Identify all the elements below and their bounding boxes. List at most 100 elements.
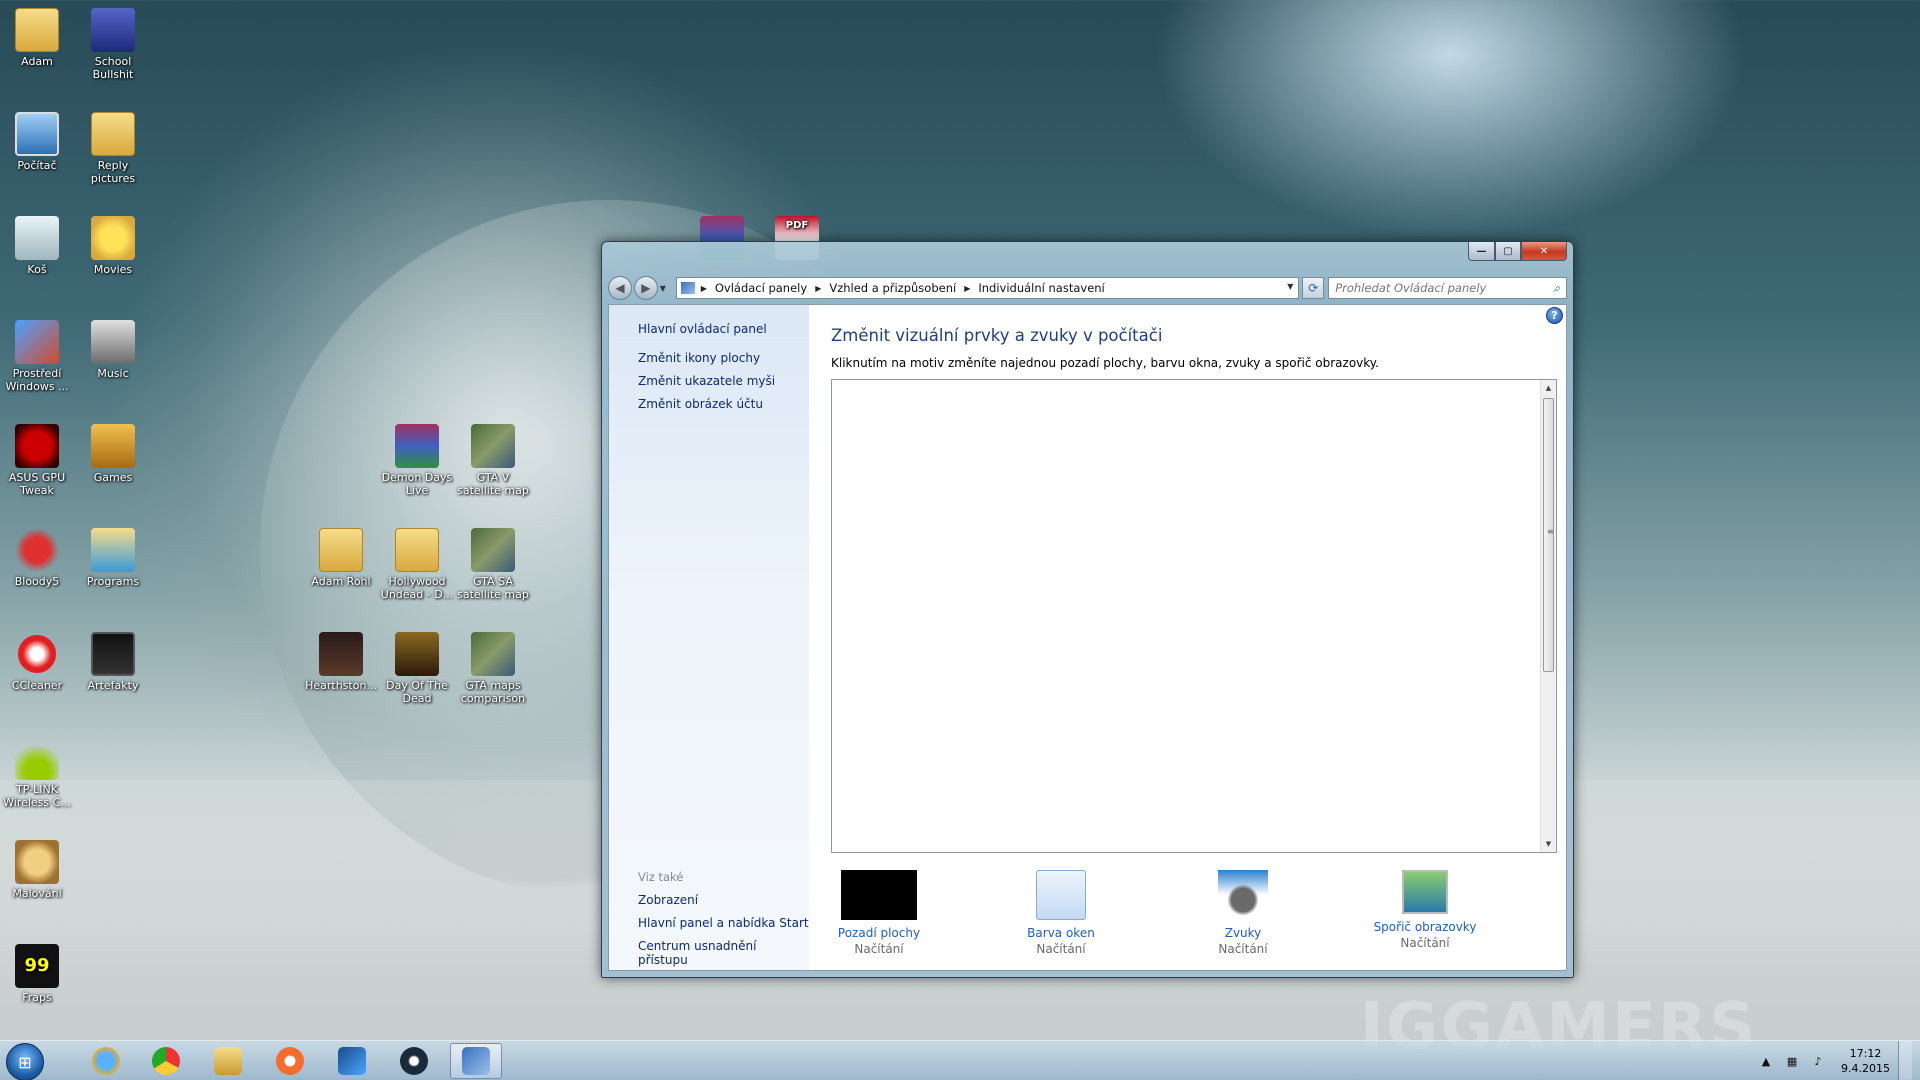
desktop-icon-artefakty[interactable]: Artefakty: [76, 632, 150, 692]
theme-list[interactable]: ▲ ≡ ▼: [831, 379, 1557, 853]
desktop-icon-gta-v-map[interactable]: GTA V satellite map: [456, 424, 530, 497]
desktop-icon-fraps[interactable]: 99 Fraps: [0, 944, 74, 1004]
desktop-icon-pocitac[interactable]: Počítač: [0, 112, 74, 172]
scroll-up-icon[interactable]: ▲: [1541, 380, 1556, 396]
desktop-icon-music[interactable]: Music: [76, 320, 150, 380]
sidebar-link-taskbar-start[interactable]: Hlavní panel a nabídka Start: [638, 916, 809, 930]
windows-app-icon: [15, 320, 59, 364]
desktop-icon-games[interactable]: Games: [76, 424, 150, 484]
monitor-icon: [91, 632, 135, 676]
desktop-icon-school-bullshit[interactable]: School Bullshit: [76, 8, 150, 81]
option-label[interactable]: Spořič obrazovky: [1355, 920, 1495, 934]
maximize-button[interactable]: ▢: [1495, 242, 1521, 261]
desktop-icon-label: Adam Rohl: [311, 575, 371, 588]
scroll-down-icon[interactable]: ▼: [1541, 836, 1556, 852]
desktop-icon-windows-env[interactable]: Prostředí Windows ...: [0, 320, 74, 393]
desktop-icon-label: Bloody5: [14, 575, 60, 588]
desktop-icon-day-of-the-dead[interactable]: Day Of The Dead: [380, 632, 454, 705]
taskbar-app-control-panel[interactable]: [450, 1043, 502, 1079]
option-status: Načítání: [1218, 942, 1268, 956]
desktop-icon-gta-sa-map[interactable]: GTA SA satellite map: [456, 528, 530, 601]
taskbar-app-battle-net[interactable]: [326, 1043, 378, 1079]
user-folder-icon: [15, 8, 59, 52]
breadcrumb-separator-icon[interactable]: ▶: [815, 284, 821, 293]
sidebar-link-mouse-pointers[interactable]: Změnit ukazatele myši: [638, 374, 775, 388]
theme-list-scrollbar[interactable]: ▲ ≡ ▼: [1540, 380, 1556, 852]
back-arrow-icon: ◀: [615, 281, 625, 295]
show-hidden-icons-icon[interactable]: ▲: [1758, 1053, 1774, 1069]
explorer-icon: [214, 1047, 242, 1075]
option-screensaver[interactable]: Spořič obrazovky Načítání: [1355, 870, 1495, 950]
desktop-icon-label: Hollywood Undead - D...: [380, 575, 454, 601]
network-icon[interactable]: ▦: [1784, 1053, 1800, 1069]
desktop-icon-adam-rohl[interactable]: Adam Rohl: [304, 528, 378, 588]
desktop-icon-tp-link[interactable]: TP-LINK Wireless C...: [0, 736, 74, 809]
forward-button[interactable]: ▶: [633, 276, 658, 300]
taskbar-app-origin[interactable]: [264, 1043, 316, 1079]
desktop-icon-label: Artefakty: [87, 679, 139, 692]
taskbar-app-steam[interactable]: [388, 1043, 440, 1079]
breadcrumb-control-panel[interactable]: Ovládací panely: [715, 281, 807, 295]
programs-folder-icon: [91, 528, 135, 572]
refresh-button[interactable]: ⟳: [1302, 277, 1325, 299]
breadcrumb-separator-icon[interactable]: ▶: [701, 284, 707, 293]
personalization-window: — ▢ ✕ ◀ ▶ ▼ ▶ Ovládací panely ▶ Vzhled a…: [601, 241, 1574, 978]
minimize-button[interactable]: —: [1468, 242, 1495, 261]
breadcrumb-appearance[interactable]: Vzhled a přizpůsobení: [829, 281, 956, 295]
scrollbar-thumb[interactable]: ≡: [1543, 398, 1554, 672]
volume-icon[interactable]: ♪: [1810, 1053, 1826, 1069]
desktop-icon-movies[interactable]: Movies: [76, 216, 150, 276]
chrome-icon: [152, 1047, 180, 1075]
map-icon: [471, 528, 515, 572]
sidebar-link-ease-of-access[interactable]: Centrum usnadnění přístupu: [638, 939, 809, 967]
option-window-color[interactable]: Barva oken Načítání: [991, 870, 1131, 956]
page-description: Kliknutím na motiv změníte najednou poza…: [831, 356, 1379, 370]
desktop-icon-demon-days-live[interactable]: Demon Days Live: [380, 424, 454, 497]
desktop-icon-hollywood-undead[interactable]: Hollywood Undead - D...: [380, 528, 454, 601]
breadcrumb-separator-icon[interactable]: ▶: [964, 284, 970, 293]
desktop-icon-asus-gpu-tweak[interactable]: ASUS GPU Tweak: [0, 424, 74, 497]
address-dropdown-icon[interactable]: ▼: [1287, 282, 1293, 291]
desktop-icon-gta-maps-comparison[interactable]: GTA maps comparison: [456, 632, 530, 705]
back-button[interactable]: ◀: [608, 276, 632, 300]
sidebar-link-display[interactable]: Zobrazení: [638, 893, 698, 907]
sidebar-link-account-picture[interactable]: Změnit obrázek účtu: [638, 397, 763, 411]
desktop-icon-label: School Bullshit: [92, 55, 134, 81]
taskbar-app-internet-explorer[interactable]: [80, 1043, 132, 1079]
ie-icon: [92, 1047, 120, 1075]
search-icon[interactable]: ⌕: [1553, 281, 1560, 296]
start-button[interactable]: ⊞: [6, 1043, 44, 1080]
desktop-icon-label: Games: [93, 471, 133, 484]
recent-pages-dropdown[interactable]: ▼: [660, 284, 672, 293]
desktop-icon-hearthstone[interactable]: Hearthston...: [304, 632, 378, 692]
clock[interactable]: 17:12 9.4.2015: [1841, 1046, 1890, 1076]
desktop-icon-ccleaner[interactable]: CCleaner: [0, 632, 74, 692]
desktop-icon-kos[interactable]: Koš: [0, 216, 74, 276]
show-desktop-button[interactable]: [1898, 1041, 1912, 1080]
search-input[interactable]: [1335, 281, 1536, 295]
taskbar: ⊞ ▲ ▦ ♪ 17:12 9.4.2015: [0, 1040, 1920, 1080]
option-desktop-background[interactable]: Pozadí plochy Načítání: [809, 870, 949, 956]
search-box[interactable]: ⌕: [1328, 277, 1567, 299]
taskbar-app-chrome[interactable]: [140, 1043, 192, 1079]
breadcrumb-personalization[interactable]: Individuální nastavení: [978, 281, 1104, 295]
desktop-icon-programs[interactable]: Programs: [76, 528, 150, 588]
desktop-icon-reply-pictures[interactable]: Reply pictures: [76, 112, 150, 185]
help-icon[interactable]: ?: [1546, 307, 1563, 324]
desktop-icon-adam[interactable]: Adam: [0, 8, 74, 68]
bloody-icon: [15, 528, 59, 572]
desktop-icon-malovani[interactable]: Malování: [0, 840, 74, 900]
address-bar[interactable]: ▶ Ovládací panely ▶ Vzhled a přizpůsoben…: [675, 277, 1300, 299]
sidebar-link-desktop-icons[interactable]: Změnit ikony plochy: [638, 351, 760, 365]
games-icon: [91, 424, 135, 468]
option-label[interactable]: Pozadí plochy: [809, 926, 949, 940]
folder-icon: [91, 112, 135, 156]
option-label[interactable]: Zvuky: [1173, 926, 1313, 940]
close-button[interactable]: ✕: [1521, 242, 1567, 261]
taskbar-app-file-explorer[interactable]: [202, 1043, 254, 1079]
fraps-icon: 99: [15, 944, 59, 988]
option-label[interactable]: Barva oken: [991, 926, 1131, 940]
option-sounds[interactable]: Zvuky Načítání: [1173, 870, 1313, 956]
sidebar-link-control-panel-home[interactable]: Hlavní ovládací panel: [638, 322, 767, 336]
desktop-icon-bloody5[interactable]: Bloody5: [0, 528, 74, 588]
